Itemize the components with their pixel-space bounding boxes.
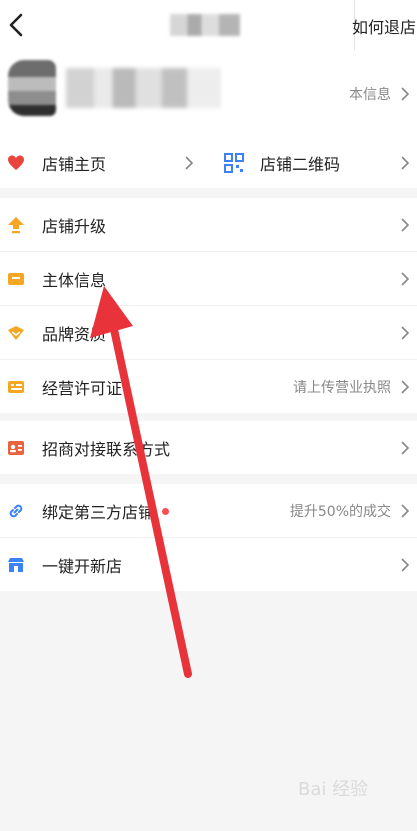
shop-links-row: 店铺主页 店铺二维码 <box>0 138 417 188</box>
storefront-icon <box>8 558 24 572</box>
shop-home-link[interactable]: 店铺主页 <box>42 151 106 175</box>
list-item-shop-upgrade[interactable]: 店铺升级 <box>0 198 417 252</box>
shop-profile-card[interactable]: 本信息 <box>0 50 417 138</box>
back-arrow-icon[interactable] <box>6 12 28 38</box>
chevron-right-icon <box>401 441 410 455</box>
basic-info-link[interactable]: 本信息 <box>349 84 391 104</box>
shop-info-section: 店铺升级 主体信息 品牌资质 经营许可证 请上传营业执照 <box>0 198 417 413</box>
list-item-label: 店铺升级 <box>42 217 107 236</box>
chevron-right-icon <box>401 272 410 286</box>
list-item-label: 品牌资质 <box>42 325 107 344</box>
shop-name-blurred <box>66 68 221 108</box>
chevron-right-icon <box>401 218 410 232</box>
list-item-label: 一键开新店 <box>42 557 123 576</box>
list-item-value: 请上传营业执照 <box>293 380 391 396</box>
page-title-blurred <box>170 14 240 36</box>
chevron-right-icon <box>401 504 410 518</box>
top-nav-bar: 如何退店 <box>0 0 417 50</box>
id-card-icon <box>8 273 24 285</box>
list-item-value: 提升50%的成交 <box>289 504 391 520</box>
list-item-entity-info[interactable]: 主体信息 <box>0 252 417 306</box>
list-item-open-new-shop[interactable]: 一键开新店 <box>0 538 417 591</box>
list-item-label: 经营许可证 <box>42 379 123 398</box>
list-item-business-license[interactable]: 经营许可证 请上传营业执照 <box>0 360 417 413</box>
list-item-bind-third-party-shop[interactable]: 绑定第三方店铺 提升50%的成交 <box>0 484 417 538</box>
list-item-label: 主体信息 <box>42 271 107 290</box>
list-item-label-text: 绑定第三方店铺 <box>42 503 155 522</box>
contact-section: 招商对接联系方式 <box>0 421 417 474</box>
chevron-right-icon <box>401 380 410 394</box>
qr-code-icon <box>224 153 244 173</box>
diamond-badge-icon <box>8 326 24 340</box>
red-dot-badge <box>162 508 170 515</box>
watermark-logo: Bai 经验 <box>298 779 369 800</box>
chevron-right-icon <box>401 558 410 572</box>
list-item-label: 招商对接联系方式 <box>42 440 171 459</box>
heart-shop-icon <box>8 155 24 170</box>
exit-shop-help-link[interactable]: 如何退店 <box>352 14 416 38</box>
third-party-section: 绑定第三方店铺 提升50%的成交 一键开新店 <box>0 484 417 591</box>
contact-card-icon <box>8 441 24 455</box>
link-chain-icon <box>9 504 23 518</box>
list-item-brand-qualification[interactable]: 品牌资质 <box>0 306 417 360</box>
chevron-right-icon <box>401 87 410 101</box>
chevron-right-icon <box>401 156 410 170</box>
list-item-merchant-contact[interactable]: 招商对接联系方式 <box>0 421 417 474</box>
avatar <box>8 60 56 116</box>
list-item-label: 绑定第三方店铺 <box>42 499 170 523</box>
upgrade-arrow-icon <box>8 217 24 234</box>
shop-qrcode-link[interactable]: 店铺二维码 <box>260 151 340 175</box>
license-card-icon <box>8 381 24 393</box>
chevron-right-icon <box>401 326 410 340</box>
chevron-right-icon <box>185 156 194 170</box>
